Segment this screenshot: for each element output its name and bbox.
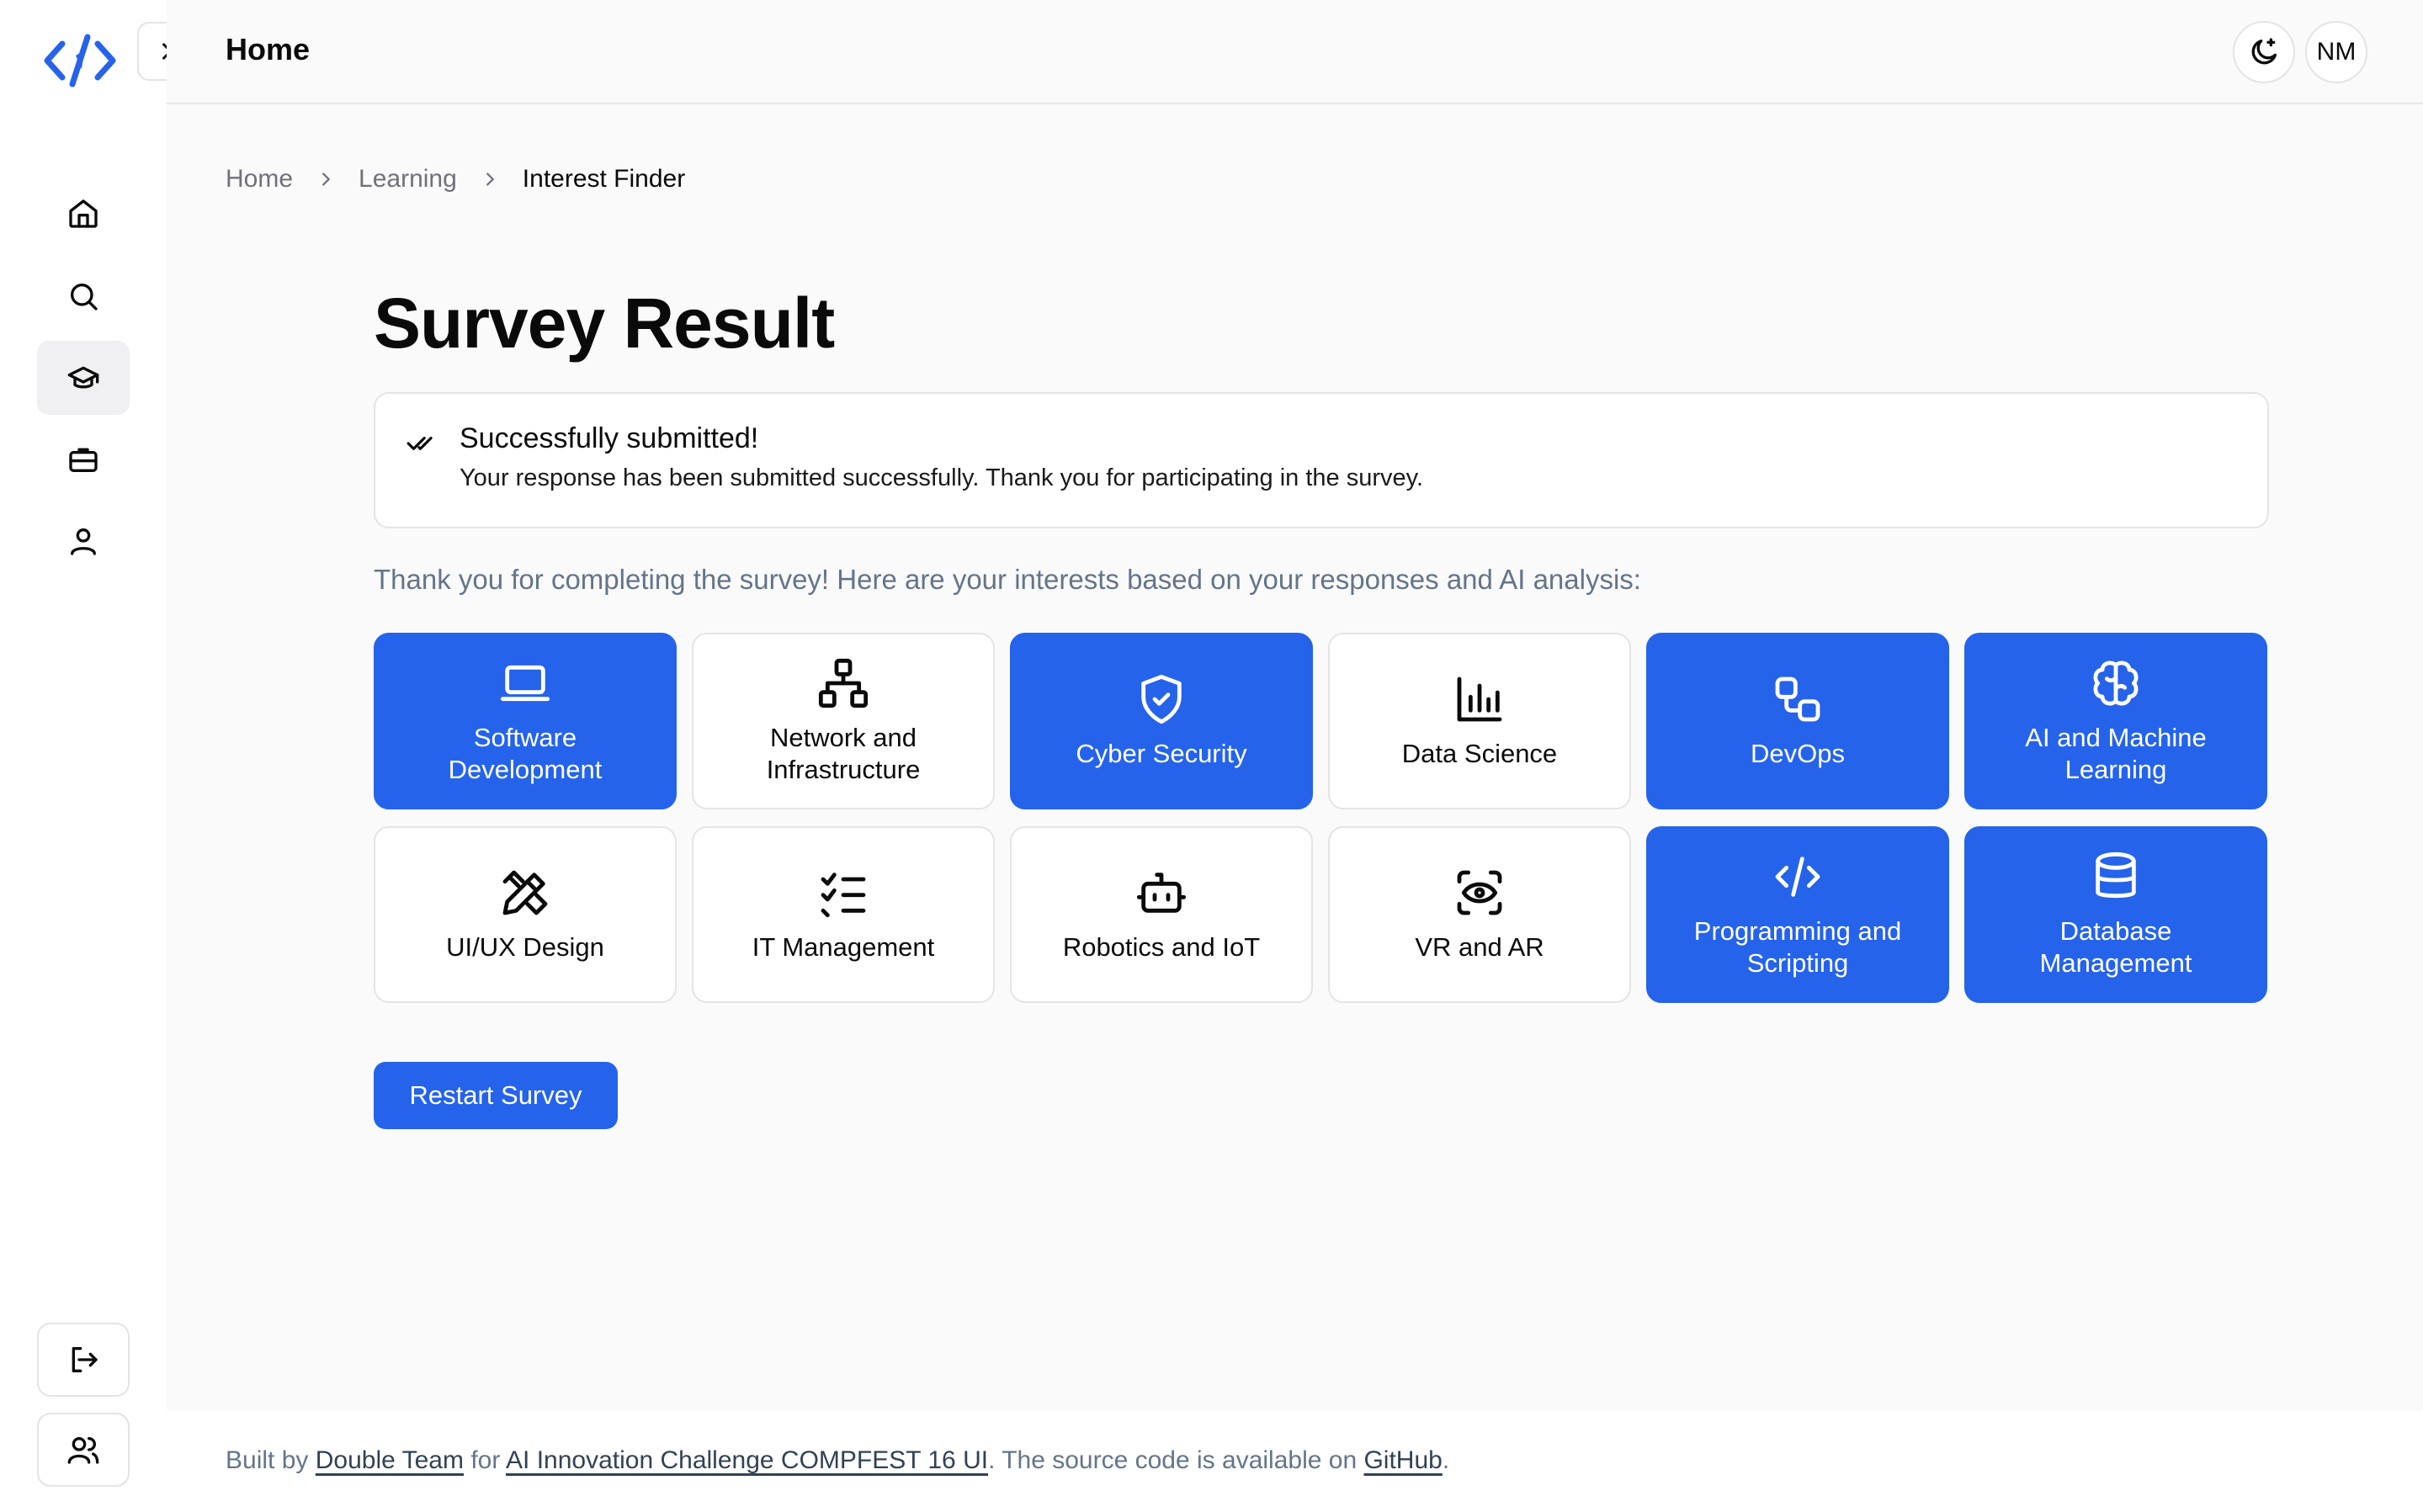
list-checks-icon	[821, 873, 866, 918]
user-icon	[71, 528, 97, 555]
network-icon	[818, 658, 869, 708]
interest-card[interactable]: AI and Machine Learning	[1964, 633, 2267, 809]
footer-for: for	[470, 1446, 501, 1474]
footer-built-by: Built by	[226, 1446, 309, 1474]
alert-description: Your response has been submitted success…	[460, 464, 1424, 491]
log-out-icon	[72, 1347, 98, 1372]
sidebar-item-jobs[interactable]	[37, 422, 130, 496]
interest-card[interactable]: IT Management	[692, 826, 995, 1003]
brain-icon	[2093, 661, 2139, 706]
scan-eye-icon	[1457, 870, 1502, 915]
footer: Built by Double Team for AI Innovation C…	[167, 1411, 2423, 1512]
sidebar-item-home[interactable]	[37, 177, 130, 251]
interest-card[interactable]: DevOps	[1646, 633, 1949, 809]
interest-card[interactable]: Cyber Security	[1010, 633, 1313, 809]
interest-card[interactable]: UI/UX Design	[374, 826, 677, 1003]
code-logo-icon	[44, 34, 116, 88]
shield-check-icon	[1141, 674, 1182, 724]
interest-grid: Software Development Network and Infrast…	[374, 633, 2271, 1003]
bot-icon	[1136, 873, 1187, 913]
theme-toggle-button[interactable]	[2233, 21, 2295, 83]
interest-label: Cyber Security	[1076, 739, 1247, 768]
laptop-icon	[500, 665, 550, 702]
interest-card[interactable]: Network and Infrastructure	[692, 633, 995, 809]
interest-label: DevOps	[1751, 739, 1845, 768]
home-icon	[69, 199, 98, 228]
interest-label: Software Development	[448, 723, 603, 784]
code-icon	[1775, 857, 1820, 897]
alert-title: Successfully submitted!	[460, 422, 759, 454]
interest-label: IT Management	[752, 932, 935, 962]
interest-label: VR and AR	[1415, 932, 1544, 962]
footer-end: .	[1442, 1446, 1450, 1474]
logout-button[interactable]	[37, 1323, 130, 1397]
interest-label: Network and Infrastructure	[766, 723, 921, 784]
interest-label: Robotics and IoT	[1062, 932, 1261, 962]
interest-label: Programming and Scripting	[1693, 916, 1902, 978]
challenge-link[interactable]: AI Innovation Challenge COMPFEST 16 UI	[506, 1446, 988, 1474]
topbar: Home NM	[167, 0, 2423, 104]
search-icon	[71, 284, 98, 310]
database-icon	[2096, 851, 2136, 899]
interest-label: AI and Machine Learning	[2025, 723, 2207, 784]
sidebar	[0, 0, 167, 1512]
chevron-right-icon	[481, 170, 499, 188]
github-link[interactable]: GitHub	[1363, 1446, 1442, 1474]
breadcrumb-home[interactable]: Home	[226, 165, 293, 194]
bar-chart-icon	[1457, 676, 1502, 722]
interest-card[interactable]: Robotics and IoT	[1010, 826, 1313, 1003]
users-icon	[67, 1437, 99, 1464]
breadcrumb-learning[interactable]: Learning	[359, 165, 457, 194]
footer-text: Built by Double Team for AI Innovation C…	[226, 1446, 1449, 1475]
briefcase-icon	[69, 448, 98, 472]
interest-card[interactable]: Database Management	[1964, 826, 2267, 1003]
success-alert: Successfully submitted! Your response ha…	[374, 392, 2269, 528]
intro-text: Thank you for completing the survey! Her…	[374, 564, 1641, 595]
breadcrumb: Home Learning Interest Finder	[226, 165, 685, 194]
interest-card[interactable]: VR and AR	[1328, 826, 1631, 1003]
topbar-title: Home	[226, 32, 311, 66]
app-logo[interactable]	[42, 32, 126, 89]
sidebar-item-profile[interactable]	[37, 504, 130, 578]
team-link[interactable]: Double Team	[316, 1446, 464, 1474]
interest-label: Database Management	[2039, 916, 2192, 978]
pencil-ruler-icon	[502, 870, 548, 915]
check-check-icon	[406, 427, 438, 464]
sidebar-item-search[interactable]	[37, 259, 130, 333]
restart-survey-button[interactable]: Restart Survey	[374, 1062, 618, 1129]
team-button[interactable]	[37, 1413, 130, 1487]
interest-label: UI/UX Design	[446, 932, 604, 962]
breadcrumb-current: Interest Finder	[522, 165, 686, 193]
graduation-cap-icon	[67, 366, 99, 389]
interest-card[interactable]: Data Science	[1328, 633, 1631, 809]
interest-label: Data Science	[1401, 739, 1558, 768]
page-title: Survey Result	[374, 284, 835, 363]
workflow-icon	[1775, 676, 1820, 722]
moon-star-icon	[2251, 38, 2277, 65]
footer-source: . The source code is available on	[988, 1446, 1358, 1474]
interest-card[interactable]: Software Development	[374, 633, 677, 809]
avatar[interactable]: NM	[2305, 21, 2367, 83]
sidebar-item-learning[interactable]	[37, 341, 130, 415]
interest-card[interactable]: Programming and Scripting	[1646, 826, 1949, 1003]
chevron-right-icon	[316, 170, 335, 188]
